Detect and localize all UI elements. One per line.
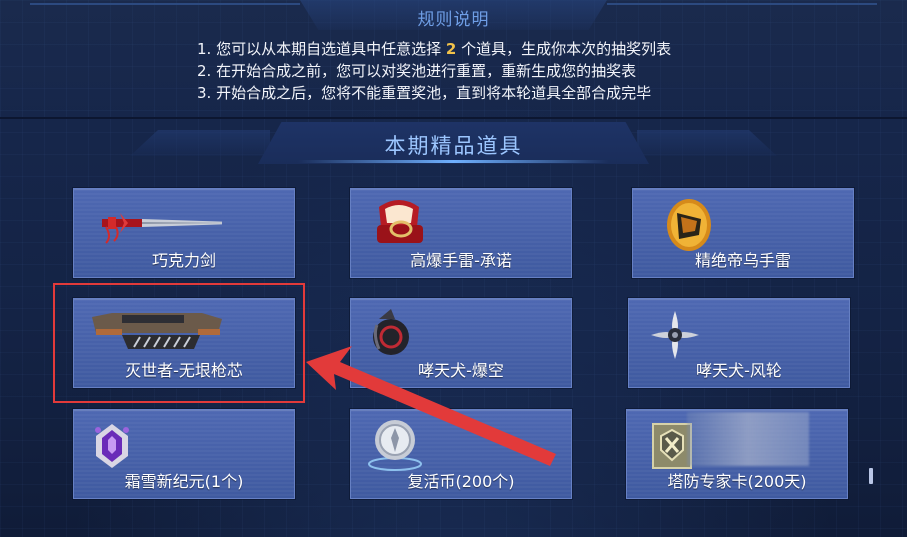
item-card[interactable]: 高爆手雷-承诺 [350, 188, 572, 278]
sword-icon [102, 213, 222, 244]
item-card[interactable]: 霜雪新纪元(1个) [73, 409, 295, 499]
game-event-panel: 规则说明 1. 您可以从本期自选道具中任意选择 2 个道具，生成你本次的抽奖列表… [0, 0, 907, 537]
shuriken-icon [651, 311, 699, 359]
ring-box-grenade-icon [377, 200, 423, 243]
rules-list: 1. 您可以从本期自选道具中任意选择 2 个道具，生成你本次的抽奖列表 2. 在… [197, 38, 797, 104]
item-label: 高爆手雷-承诺 [410, 251, 512, 270]
item-card[interactable]: 塔防专家卡(200天) [626, 409, 848, 499]
rule-1-prefix: 1. 您可以从本期自选道具中任意选择 [197, 40, 446, 58]
item-label: 霜雪新纪元(1个) [124, 472, 244, 491]
featured-title-glow [298, 160, 609, 163]
item-label: 塔防专家卡(200天) [667, 472, 807, 491]
rules-title: 规则说明 [417, 10, 490, 30]
purple-gem-crest-icon [95, 424, 129, 468]
highlight-box [53, 283, 305, 403]
item-label: 巧克力剑 [151, 251, 216, 270]
item-label: 复活币(200个) [407, 472, 515, 491]
golden-egg-grenade-icon [667, 199, 711, 251]
rule-1-count: 2 [445, 40, 457, 58]
featured-title: 本期精品道具 [384, 134, 523, 158]
item-card[interactable]: 精绝帝乌手雷 [632, 188, 854, 278]
featured-header: 本期精品道具 [0, 122, 907, 168]
section-divider [0, 117, 907, 119]
item-label: 哮天犬-风轮 [696, 361, 782, 380]
item-card[interactable]: 哮天犬-风轮 [628, 298, 850, 388]
scrollbar[interactable] [866, 170, 876, 500]
item-card[interactable]: 巧克力剑 [73, 188, 295, 278]
rule-line-3: 3. 开始合成之后，您将不能重置奖池，直到将本轮道具全部合成完毕 [197, 84, 652, 102]
blurred-region [687, 412, 809, 466]
rule-1-suffix: 个道具，生成你本次的抽奖列表 [456, 40, 672, 58]
rule-line-2: 2. 在开始合成之前，您可以对奖池进行重置，重新生成您的抽奖表 [197, 62, 637, 80]
red-arrow-icon [306, 346, 556, 466]
item-label: 精绝帝乌手雷 [694, 251, 791, 270]
scrollbar-thumb[interactable] [869, 468, 873, 484]
rule-line-1: 1. 您可以从本期自选道具中任意选择 2 个道具，生成你本次的抽奖列表 [197, 38, 797, 60]
